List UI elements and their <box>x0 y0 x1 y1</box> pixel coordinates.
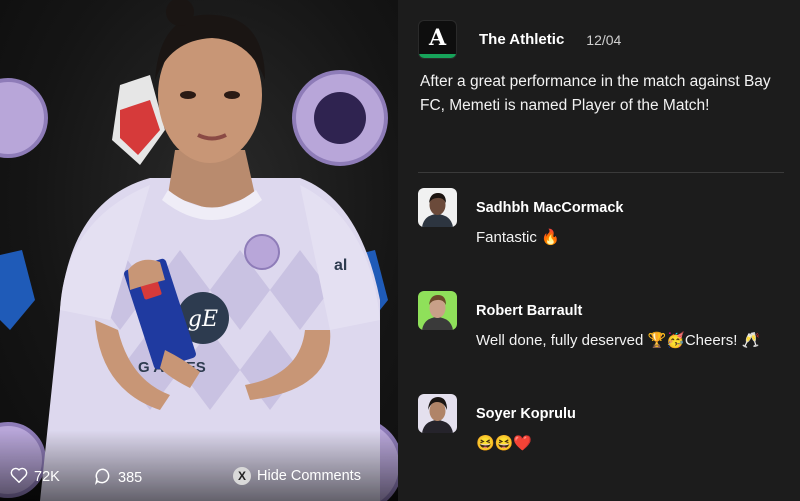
post-photo: gE G ANCES al <box>0 0 398 501</box>
avatar <box>418 291 457 330</box>
like-button[interactable]: 72K <box>10 467 60 487</box>
heart-icon <box>10 467 28 487</box>
comment-author: Sadhbh MacCormack <box>476 200 624 216</box>
player-illustration: gE G ANCES al <box>0 0 398 501</box>
divider <box>418 172 784 173</box>
avatar <box>418 188 457 227</box>
comment-text: Well done, fully deserved 🏆🥳Cheers! 🥂 <box>476 332 761 349</box>
like-count: 72K <box>34 469 60 485</box>
comment-text: Fantastic 🔥 <box>476 229 560 246</box>
comment-author: Robert Barrault <box>476 303 583 319</box>
comment-author: Soyer Koprulu <box>476 406 576 422</box>
hide-comments-label: Hide Comments <box>257 468 361 484</box>
the-athletic-logo: A <box>418 20 457 59</box>
post-date: 12/04 <box>586 31 622 48</box>
post-body: After a great performance in the match a… <box>420 73 771 114</box>
x-button-icon: X <box>233 467 251 485</box>
svg-text:al: al <box>334 257 347 274</box>
svg-text:gE: gE <box>188 307 218 332</box>
comment-count: 385 <box>118 470 143 486</box>
comments-button[interactable]: 385 <box>94 467 142 489</box>
comment-text: 😆😆❤️ <box>476 435 533 452</box>
post-panel: A The Athletic 12/04 After a great perfo… <box>398 0 800 501</box>
hide-comments-button[interactable]: X Hide Comments <box>233 467 361 485</box>
avatar <box>418 394 457 433</box>
post-actions-bar: 72K 385 X Hide Comments <box>0 461 398 495</box>
post-header: A The Athletic 12/04 <box>418 20 621 59</box>
comment-bubble-icon <box>94 467 112 489</box>
post-author: The Athletic <box>479 31 565 48</box>
